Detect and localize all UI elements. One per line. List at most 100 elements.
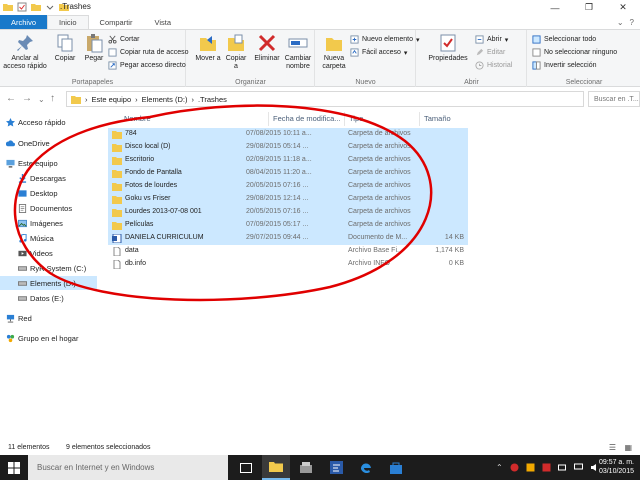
- breadcrumb-elements[interactable]: Elements (D:): [142, 95, 188, 104]
- chevron-up-icon[interactable]: ⌃: [496, 463, 503, 472]
- tab-vista[interactable]: Vista: [143, 15, 182, 29]
- large-icons-view-icon[interactable]: ▦: [624, 443, 632, 452]
- maximize-button[interactable]: ❐: [572, 0, 606, 15]
- properties-button[interactable]: Propiedades: [425, 33, 471, 63]
- tray-app-icon[interactable]: [526, 463, 535, 472]
- folder-icon: [112, 131, 122, 139]
- nav-item-desktop[interactable]: Desktop: [18, 186, 58, 200]
- move-to-button[interactable]: Mover a: [195, 33, 221, 63]
- file-row[interactable]: Goku vs Friser 29/08/2015 12:14 ... Carpet…: [108, 193, 468, 206]
- chevron-down-icon[interactable]: ⌄: [617, 18, 624, 27]
- chevron-down-icon[interactable]: [45, 2, 55, 12]
- column-separator[interactable]: [419, 112, 420, 126]
- help-icon[interactable]: ?: [630, 18, 634, 27]
- forward-arrow-icon[interactable]: →: [22, 93, 32, 104]
- edit-button[interactable]: Editar: [475, 48, 505, 57]
- column-separator[interactable]: [268, 112, 269, 126]
- copy-button[interactable]: Copiar: [50, 33, 80, 63]
- paste-shortcut-button[interactable]: Pegar acceso directo: [108, 61, 186, 70]
- tray-app-icon[interactable]: [510, 463, 519, 472]
- column-name[interactable]: Nombre: [124, 114, 151, 123]
- file-row[interactable]: db.info Archivo INFO 0 KB: [108, 258, 468, 271]
- file-row[interactable]: 784 07/08/2015 10:11 a... Carpeta de archi…: [108, 128, 468, 141]
- new-folder-button[interactable]: Nueva carpeta: [320, 33, 348, 71]
- music-note-icon: [19, 233, 27, 243]
- cut-button[interactable]: Cortar: [108, 35, 139, 44]
- tray-app-icon[interactable]: [542, 463, 551, 472]
- tab-inicio[interactable]: Inicio: [47, 15, 89, 29]
- select-all-button[interactable]: Seleccionar todo: [532, 35, 596, 44]
- taskbar-file-explorer[interactable]: [262, 455, 290, 480]
- tab-archivo[interactable]: Archivo: [0, 15, 48, 29]
- nav-item-documents[interactable]: Documentos: [18, 201, 72, 215]
- file-row[interactable]: Fondo de Pantalla 08/04/2015 11:20 a... Ca…: [108, 167, 468, 180]
- details-view-icon[interactable]: ☰: [609, 443, 616, 452]
- file-row[interactable]: Lourdes 2013-07-08 001 20/05/2015 07:16 .…: [108, 206, 468, 219]
- column-separator[interactable]: [344, 112, 345, 126]
- new-item-button[interactable]: Nuevo elemento ▾: [350, 35, 420, 44]
- chevron-down-icon[interactable]: ⌄: [38, 95, 45, 104]
- taskbar-clock[interactable]: 09:57 a. m. 03/10/2015: [599, 458, 634, 476]
- open-button[interactable]: Abrir ▾: [475, 35, 508, 44]
- nav-item-homegroup[interactable]: Grupo en el hogar: [6, 331, 78, 345]
- drive-icon: [18, 280, 27, 286]
- column-size[interactable]: Tamaño: [424, 114, 451, 123]
- group-label-select: Seleccionar: [565, 79, 603, 86]
- taskbar-app[interactable]: [322, 455, 350, 480]
- nav-item-drive-e[interactable]: Datos (E:): [18, 291, 64, 305]
- battery-icon[interactable]: [557, 463, 567, 472]
- address-bar[interactable]: › Este equipo › Elements (D:) › .Trashes: [66, 91, 584, 107]
- folder-icon[interactable]: [3, 2, 13, 12]
- new-folder-icon: [326, 38, 342, 51]
- breadcrumb-este-equipo[interactable]: Este equipo: [92, 95, 132, 104]
- pin-label: Anclar al acceso rápido: [3, 55, 47, 70]
- nav-item-downloads[interactable]: Descargas: [18, 171, 66, 185]
- taskbar-edge[interactable]: [352, 455, 380, 480]
- nav-item-this-pc[interactable]: Este equipo: [6, 156, 58, 170]
- nav-item-drive-d[interactable]: Elements (D:): [0, 276, 97, 290]
- file-row[interactable]: Disco local (D) 29/08/2015 05:14 ... Carpe…: [108, 141, 468, 154]
- network-icon[interactable]: [573, 463, 583, 472]
- column-type[interactable]: Tipo: [349, 114, 363, 123]
- taskbar-app[interactable]: [382, 455, 410, 480]
- taskbar-search-input[interactable]: Buscar en Internet y en Windows: [28, 455, 228, 480]
- close-button[interactable]: ✕: [606, 0, 640, 15]
- nav-item-pictures[interactable]: Imágenes: [18, 216, 63, 230]
- properties-icon[interactable]: [17, 2, 27, 12]
- copy-to-button[interactable]: Copiar a: [223, 33, 249, 71]
- nav-item-network[interactable]: Red: [6, 311, 32, 325]
- tab-compartir[interactable]: Compartir: [89, 15, 144, 29]
- up-arrow-icon[interactable]: ↑: [50, 93, 55, 104]
- file-row[interactable]: Películas 07/09/2015 05:17 ... Carpeta de …: [108, 219, 468, 232]
- task-view-button[interactable]: [232, 455, 260, 480]
- back-arrow-icon[interactable]: ←: [6, 93, 16, 104]
- copy-path-button[interactable]: Copiar ruta de acceso: [108, 48, 188, 57]
- column-date[interactable]: Fecha de modifica...: [273, 114, 341, 123]
- file-row[interactable]: DANIELA CURRICULUM 29/07/2015 09:44 ... Do…: [108, 232, 468, 245]
- breadcrumb-trashes[interactable]: .Trashes: [198, 95, 227, 104]
- pin-quick-access-button[interactable]: Anclar al acceso rápido: [2, 33, 48, 71]
- history-button[interactable]: Historial: [475, 61, 512, 70]
- file-size: 0 KB: [448, 260, 464, 267]
- file-row[interactable]: Fotos de lourdes 20/05/2015 07:16 ... Carp…: [108, 180, 468, 193]
- rename-button[interactable]: Cambiar nombre: [283, 33, 313, 71]
- nav-item-music[interactable]: Música: [18, 231, 54, 245]
- file-row[interactable]: Escritorio 02/09/2015 11:18 a... Carpeta d…: [108, 154, 468, 167]
- new-folder-icon[interactable]: [31, 2, 41, 12]
- nav-item-onedrive[interactable]: OneDrive: [6, 136, 50, 150]
- volume-icon[interactable]: [590, 463, 599, 472]
- invert-selection-button[interactable]: Invertir selección: [532, 61, 597, 70]
- easy-access-button[interactable]: Fácil acceso ▾: [350, 48, 407, 57]
- navigation-pane: Acceso rápido OneDrive Este equipo Desca…: [0, 110, 100, 436]
- taskbar-app[interactable]: [292, 455, 320, 480]
- search-input[interactable]: Buscar en .T...: [588, 91, 640, 107]
- nav-item-videos[interactable]: Videos: [18, 246, 53, 260]
- paste-button[interactable]: Pegar: [80, 33, 108, 63]
- delete-button[interactable]: Eliminar: [253, 33, 281, 63]
- minimize-button[interactable]: —: [538, 0, 572, 15]
- nav-item-drive-c[interactable]: RyR System (C:): [18, 261, 86, 275]
- nav-item-quick-access[interactable]: Acceso rápido: [6, 115, 66, 129]
- file-row[interactable]: data Archivo Base Fi... 1,174 KB: [108, 245, 468, 258]
- start-button[interactable]: [0, 455, 28, 480]
- select-none-button[interactable]: No seleccionar ninguno: [532, 48, 617, 57]
